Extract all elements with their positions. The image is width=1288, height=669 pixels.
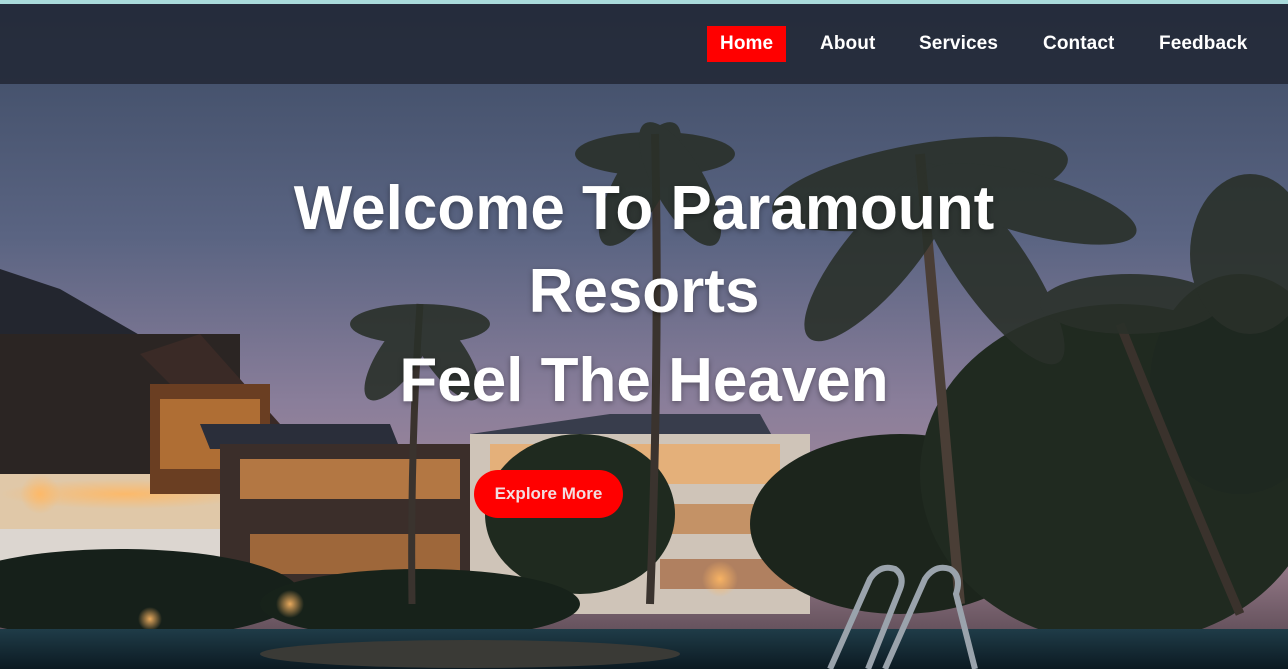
hero-subtitle: Feel The Heaven: [399, 346, 889, 415]
nav-link-contact[interactable]: Contact: [1030, 26, 1127, 62]
resort-scene-image: [0, 4, 1288, 669]
hero-background-image: [0, 4, 1288, 669]
hero-title-line2: Resorts: [528, 257, 760, 326]
nav-link-home[interactable]: Home: [707, 26, 787, 62]
hero-title-line1: Welcome To Paramount: [293, 174, 995, 243]
nav-link-about[interactable]: About: [807, 26, 888, 62]
top-navbar: Home About Services Contact Feedback: [0, 4, 1288, 84]
nav-link-services[interactable]: Services: [906, 26, 1011, 62]
nav-link-feedback[interactable]: Feedback: [1146, 26, 1260, 62]
explore-more-button[interactable]: Explore More: [474, 470, 623, 518]
